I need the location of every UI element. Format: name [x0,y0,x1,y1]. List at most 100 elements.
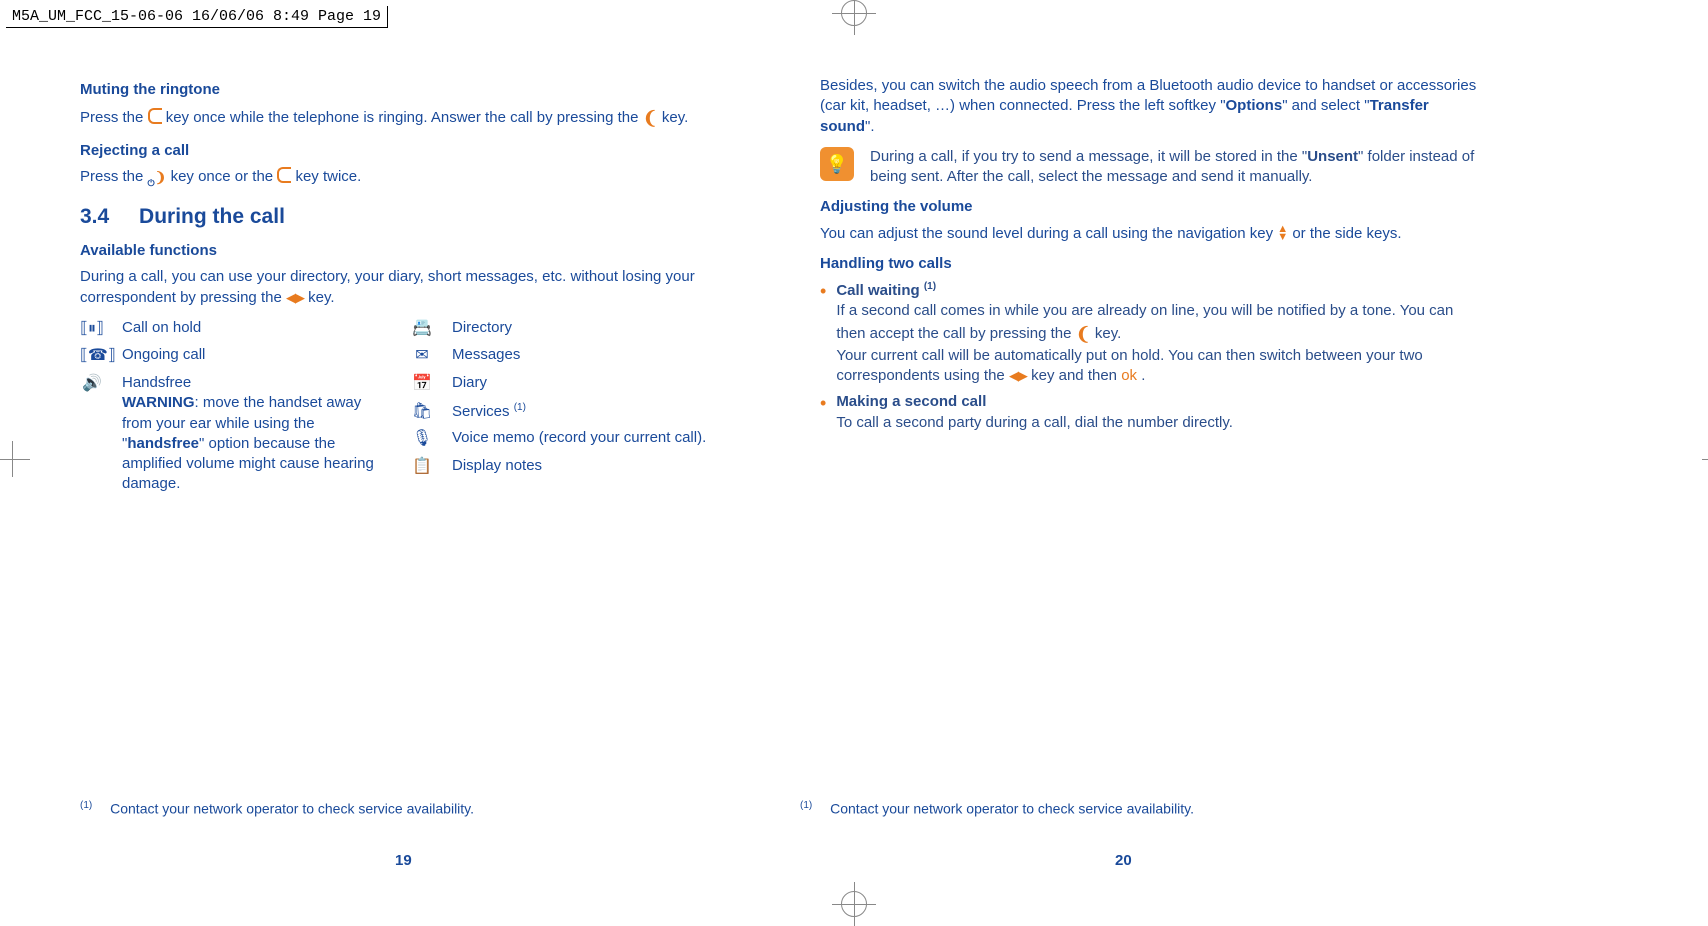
hold-icon: ⟦⏸⟧ [80,318,104,340]
text: key once while the telephone is ringing.… [166,109,643,126]
text: . [1141,367,1145,384]
label: Diary [452,373,487,393]
label: Messages [452,345,520,365]
text: If a second call comes in while you are … [836,302,1453,341]
list-item: 🛍 Services (1) [410,401,706,423]
text: During a call, you can use your director… [80,268,695,305]
notes-icon: 📋 [410,456,434,478]
end-key-icon: ⏻❩ [148,168,167,189]
warning-label: WARNING [122,394,195,411]
left-right-key-icon: ◀▶ [1009,368,1027,383]
text: key. [1095,325,1121,342]
page-20: Besides, you can switch the audio speech… [820,70,1480,495]
bullet-icon: • [820,394,826,412]
bullet-item: • Call waiting (1) If a second call come… [820,280,1480,386]
bullet-content: Call waiting (1) If a second call comes … [836,280,1480,386]
label: Handsfree WARNING: move the handset away… [122,373,380,495]
c-key-icon [277,167,291,183]
crop-mark-bottom-icon [841,891,867,917]
text: Handsfree [122,374,191,391]
crop-mark-top-icon [841,0,867,26]
list-item: ⟦☎⟧ Ongoing call [80,345,380,367]
text: or the side keys. [1292,225,1401,242]
intro-text: Besides, you can switch the audio speech… [820,76,1480,137]
list-item: 📋 Display notes [410,456,706,478]
section-heading: 3.4 During the call [80,203,740,231]
text: key. [662,109,688,126]
footnote-right: (1) Contact your network operator to che… [800,800,1194,817]
text-bold: Options [1226,97,1283,114]
list-item: ✉ Messages [410,345,706,367]
muting-text: Press the key once while the telephone i… [80,106,740,130]
heading-available: Available functions [80,241,740,261]
print-header: M5A_UM_FCC_15-06-06 16/06/06 8:49 Page 1… [6,6,388,28]
label: Directory [452,318,512,338]
text: During a call, if you try to send a mess… [870,148,1307,165]
tip-text: During a call, if you try to send a mess… [870,147,1480,188]
text: To call a second party during a call, di… [836,414,1233,431]
speaker-icon: 🔊 [80,373,104,395]
section-number: 3.4 [80,205,109,228]
directory-icon: 📇 [410,318,434,340]
footnote-left: (1) Contact your network operator to che… [80,800,474,817]
c-key-icon [148,108,162,124]
text: Call waiting [836,282,924,299]
section-title: During the call [139,205,285,228]
text: Press the [80,109,148,126]
lightbulb-icon: 💡 [820,147,854,181]
label: Display notes [452,456,542,476]
messages-icon: ✉ [410,345,434,367]
available-text: During a call, you can use your director… [80,267,740,308]
label: Services (1) [452,401,526,422]
page-19: Muting the ringtone Press the key once w… [80,70,740,495]
subheading: Making a second call [836,393,986,410]
footnote-text: Contact your network operator to check s… [830,801,1194,817]
bullet-item: • Making a second call To call a second … [820,392,1480,433]
left-right-key-icon: ◀▶ [286,290,304,305]
list-item: 📅 Diary [410,373,706,395]
ok-key-icon: ok [1121,367,1137,384]
text: Services [452,403,514,420]
text-bold: Unsent [1307,148,1358,165]
text: key once or the [171,168,278,185]
footnote-ref: (1) [514,402,526,413]
up-down-key-icon: ▲▼ [1277,226,1288,241]
bullet-content: Making a second call To call a second pa… [836,392,1233,433]
services-icon: 🛍 [410,401,434,423]
heading-rejecting: Rejecting a call [80,141,740,161]
list-item: ⟦⏸⟧ Call on hold [80,318,380,340]
label: Ongoing call [122,345,205,365]
text: key and then [1031,367,1121,384]
text: Press the [80,168,148,185]
text: ". [865,118,875,135]
label: Call on hold [122,318,201,338]
subheading: Call waiting (1) [836,282,936,299]
heading-muting: Muting the ringtone [80,80,740,100]
page-number-right: 20 [1115,852,1132,869]
functions-grid: ⟦⏸⟧ Call on hold ⟦☎⟧ Ongoing call 🔊 Hand… [80,318,740,495]
list-item: 🎙 Voice memo (record your current call). [410,428,706,450]
page-spread: Muting the ringtone Press the key once w… [0,70,1708,495]
footnote-text: Contact your network operator to check s… [110,801,474,817]
ongoing-call-icon: ⟦☎⟧ [80,345,104,367]
list-item: 🔊 Handsfree WARNING: move the handset aw… [80,373,380,495]
text: key. [308,289,334,306]
footnote-ref: (1) [924,281,936,292]
rejecting-text: Press the ⏻❩ key once or the key twice. [80,167,740,189]
heading-volume: Adjusting the volume [820,197,1480,217]
call-key-icon: ❨ [1076,322,1091,346]
diary-icon: 📅 [410,373,434,395]
text-bold: handsfree [127,435,199,452]
text: " and select " [1282,97,1369,114]
page-number-left: 19 [395,852,412,869]
bullet-icon: • [820,282,826,300]
footnote-marker: (1) [80,800,92,811]
heading-two-calls: Handling two calls [820,254,1480,274]
volume-text: You can adjust the sound level during a … [820,224,1480,244]
text: You can adjust the sound level during a … [820,225,1277,242]
call-key-icon: ❨ [643,106,658,130]
tip-box: 💡 During a call, if you try to send a me… [820,147,1480,188]
text: key twice. [295,168,361,185]
functions-col-2: 📇 Directory ✉ Messages 📅 Diary 🛍 Service… [410,318,706,495]
footnote-marker: (1) [800,800,812,811]
